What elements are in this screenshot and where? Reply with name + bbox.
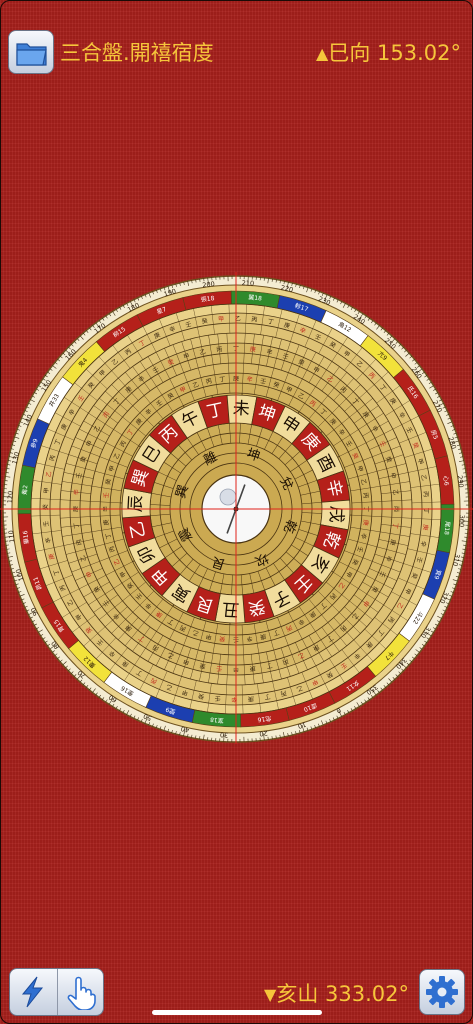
ring-glyph: 丁 [267, 318, 274, 326]
facing-direction-label: 巳向 153.02° [328, 41, 461, 65]
pointing-hand-icon [67, 976, 96, 1010]
compass-type-title[interactable]: 三合盤.開禧宿度 [60, 41, 214, 65]
ring-glyph: 丁 [391, 522, 399, 529]
ring-glyph: 壬 [216, 664, 223, 673]
ring-glyph: 甲 [218, 316, 225, 323]
ring-glyph: 辛 [72, 489, 81, 496]
degree-label: 120 [6, 491, 15, 504]
ring-glyph: 丙 [361, 492, 369, 499]
ring-glyph: 乙 [45, 471, 53, 478]
ring-glyph: 壬 [102, 492, 111, 499]
degree-label: 290 [456, 475, 465, 488]
ring-glyph: 壬 [214, 694, 221, 703]
bubble-level [219, 488, 237, 506]
ring-glyph: 丙 [251, 316, 258, 324]
sitting-direction-readout: ▼亥山 333.02° [264, 982, 409, 1007]
ring-glyph: 庚 [249, 345, 256, 354]
mansion-label: 室18 [210, 716, 224, 725]
mountain-label: 戌 [325, 505, 346, 523]
gear-icon [426, 976, 458, 1008]
ring-glyph: 乙 [391, 489, 399, 496]
degree-label: 110 [7, 530, 16, 543]
ring-glyph: 壬 [42, 521, 50, 528]
lightning-icon [21, 976, 44, 1008]
ring-glyph: 丙 [216, 346, 223, 354]
degree-label: 20 [259, 729, 268, 738]
sitting-direction-label: 亥山 333.02° [276, 982, 409, 1006]
auto-rotate-button[interactable] [10, 969, 58, 1015]
mansion-label: 翼18 [248, 294, 262, 302]
ring-glyph: 庚 [421, 524, 430, 531]
ring-glyph: 丙 [422, 491, 429, 498]
mountain-label: 未 [232, 399, 250, 420]
manual-touch-button[interactable] [57, 969, 103, 1015]
mountain-label: 丑 [222, 598, 240, 619]
ring-glyph: 辛 [246, 375, 253, 384]
ring-glyph: 丁 [73, 522, 81, 529]
mansion-label: 觜2 [20, 484, 29, 495]
ring-glyph: 乙 [419, 474, 427, 481]
ring-glyph: 庚 [361, 519, 370, 526]
mountain-label: 辰 [126, 495, 147, 513]
ring-glyph: 丁 [219, 376, 226, 384]
ring-glyph: 甲 [43, 487, 51, 494]
ring-glyph: 庚 [248, 695, 255, 703]
mode-toolbar [9, 968, 104, 1016]
degree-label: 210 [241, 279, 254, 288]
ring-glyph: 辛 [246, 634, 253, 643]
luopan-compass[interactable]: 0102030405060708090100110120130140150160… [0, 272, 473, 744]
degree-label: 300 [457, 514, 466, 527]
home-indicator [152, 1010, 322, 1015]
ring-glyph: 癸 [219, 634, 226, 643]
facing-marker-icon: ▲ [316, 44, 329, 63]
open-file-button[interactable] [8, 30, 54, 74]
ring-glyph: 丁 [264, 692, 271, 700]
degree-label: 30 [220, 730, 229, 738]
ring-glyph: 庚 [249, 664, 256, 673]
mansion-label: 尾18 [443, 521, 451, 535]
facing-direction-readout: ▲巳向 153.02° [316, 41, 461, 66]
settings-button[interactable] [419, 969, 465, 1015]
ring-glyph: 庚 [102, 519, 111, 526]
folder-icon [16, 43, 47, 66]
degree-label: 200 [202, 280, 215, 289]
mansion-label: 心6 [441, 475, 449, 486]
sitting-marker-icon: ▼ [264, 985, 277, 1004]
